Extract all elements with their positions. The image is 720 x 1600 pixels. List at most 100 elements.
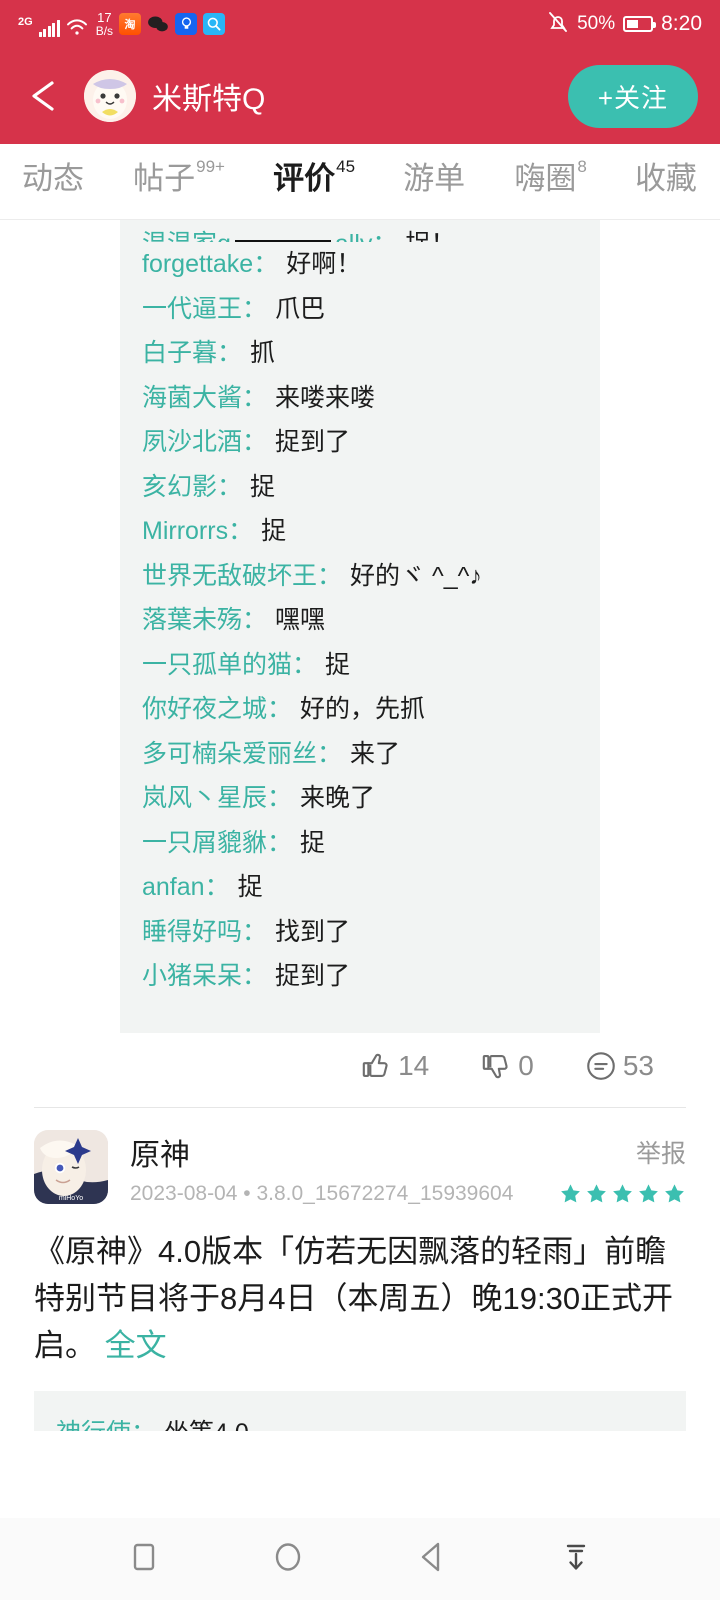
comment-username[interactable]: 多可楠朵爱丽丝 xyxy=(142,732,317,777)
review-subtitle-row: 2023-08-04 • 3.8.0_15672274_15939604 xyxy=(130,1182,686,1206)
comment-username[interactable]: 小猪呆呆 xyxy=(142,954,242,999)
comment-username: 温温家q xyxy=(142,222,231,242)
comment-text: 捉 xyxy=(237,873,263,901)
comment-colon: ： xyxy=(242,606,268,634)
follow-button[interactable]: +关注 xyxy=(567,64,698,128)
battery-percent-label: 50% xyxy=(577,13,616,34)
star-icon xyxy=(561,1184,580,1203)
comment-colon: ： xyxy=(253,250,279,278)
comment-row: 你好夜之城：好的，先抓 xyxy=(120,687,600,732)
comment-username[interactable]: 白子暮 xyxy=(142,331,217,376)
star-icon xyxy=(639,1184,658,1203)
comment-username[interactable]: 睡得好吗 xyxy=(142,910,242,955)
network-type-label: 2G xyxy=(18,15,33,28)
comment-row: anfan：捉 xyxy=(120,865,600,910)
comment-text: 来晚了 xyxy=(300,784,376,812)
review-card[interactable]: miHoYo 原神 举报 2023-08-04 • 3.8.0_15672274… xyxy=(0,1108,720,1431)
comment-colon: ： xyxy=(267,784,293,812)
comment-username[interactable]: Mirrorrs xyxy=(142,509,228,554)
comment-colon: ： xyxy=(204,873,230,901)
comment-row: 落葉未殇：嘿嘿 xyxy=(120,598,600,643)
home-circle-icon[interactable] xyxy=(268,1537,308,1582)
content-scroll-area[interactable]: 温温家qally：捉！ forgettake：好啊！一代逼王：爪巴白子暮：抓海菌… xyxy=(0,220,720,1431)
comment-row: 小猪呆呆：捉到了 xyxy=(120,954,600,999)
thumbs-down-icon xyxy=(483,1054,508,1078)
like-button[interactable]: 14 xyxy=(359,1049,429,1083)
comment-text: 抓 xyxy=(250,339,276,367)
avatar[interactable] xyxy=(84,70,136,122)
comment-row: 温温家q ally： 捉！ xyxy=(120,222,600,242)
mute-bell-icon xyxy=(547,10,569,39)
game-icon[interactable]: miHoYo xyxy=(34,1129,108,1204)
tab-label: 帖子 xyxy=(133,161,196,196)
comment-row: 世界无敌破坏王：好的ヾ ^_^♪ xyxy=(120,554,600,599)
comment-username[interactable]: 海菌大酱 xyxy=(142,376,242,421)
comment-username[interactable]: 世界无敌破坏王 xyxy=(142,554,317,599)
comment-username[interactable]: 岚风丶星辰 xyxy=(142,776,267,821)
comment-colon: ： xyxy=(217,472,243,501)
quoted-comment-username: 神行使 xyxy=(56,1419,131,1431)
comment-username[interactable]: 落葉未殇 xyxy=(142,598,242,643)
comment-colon: ： xyxy=(242,962,268,990)
network-speed-unit: B/s xyxy=(95,24,114,39)
comment-username[interactable]: 一代逼王 xyxy=(142,287,242,332)
review-version: 3.8.0_15672274_15939604 xyxy=(256,1181,514,1205)
tab-label: 动态 xyxy=(22,161,84,196)
game-title: 原神 xyxy=(130,1138,190,1172)
quoted-comment-colon: ： xyxy=(131,1419,156,1431)
report-button[interactable]: 举报 xyxy=(636,1134,686,1170)
tab-haiquan[interactable]: 嗨圈 8 xyxy=(514,158,586,196)
comment-username[interactable]: 你好夜之城 xyxy=(142,687,267,732)
comment-text: 嘿嘿 xyxy=(275,606,326,634)
tab-shoucang[interactable]: 收藏 xyxy=(635,163,698,194)
back-triangle-icon[interactable] xyxy=(412,1537,452,1582)
profile-header: 米斯特Q +关注 xyxy=(0,48,720,144)
signal-bars-icon xyxy=(38,19,60,37)
comment-row: 睡得好吗：找到了 xyxy=(120,910,600,955)
comment-username[interactable]: 亥幻影 xyxy=(142,465,217,510)
status-bar-left: 2G 17 B/s 淘 xyxy=(18,11,226,37)
status-bar-right: 50% 8:20 xyxy=(547,10,702,39)
star-icon xyxy=(665,1184,684,1203)
review-title-row: 原神 举报 xyxy=(130,1130,686,1174)
comment-username[interactable]: 一只屑貔貅 xyxy=(142,821,267,866)
tab-badge: 8 xyxy=(577,157,587,176)
tab-bar: 动态 帖子 99+ 评价 45 游单 嗨圈 8 收藏 xyxy=(0,144,720,220)
tab-badge: 45 xyxy=(336,157,356,176)
comment-text: 好的ヾ ^_^♪ xyxy=(350,561,482,590)
like-count: 14 xyxy=(398,1049,430,1081)
comment-username[interactable]: 夙沙北酒 xyxy=(142,420,242,465)
comment-colon: ： xyxy=(242,428,268,456)
comment-text: 捉 xyxy=(325,650,351,679)
post-action-row: 14 0 53 xyxy=(0,1033,720,1101)
dislike-count: 0 xyxy=(518,1049,534,1081)
comment-count: 53 xyxy=(622,1049,654,1081)
comment-button[interactable]: 53 xyxy=(584,1049,654,1083)
comment-colon: ： xyxy=(228,517,254,545)
comment-list-card[interactable]: 温温家qally：捉！ forgettake：好啊！一代逼王：爪巴白子暮：抓海菌… xyxy=(120,220,600,1033)
comment-text: 来喽来喽 xyxy=(275,383,376,412)
comment-username[interactable]: 一只孤单的猫 xyxy=(142,643,292,688)
back-arrow-icon[interactable] xyxy=(22,73,68,119)
tab-tiezi[interactable]: 帖子 99+ xyxy=(133,158,225,196)
fulltext-link[interactable]: 全文 xyxy=(105,1328,167,1363)
collapse-down-icon[interactable] xyxy=(556,1537,596,1582)
review-date: 2023-08-04 xyxy=(130,1181,238,1205)
tab-youdan[interactable]: 游单 xyxy=(403,163,466,194)
recents-square-icon[interactable] xyxy=(124,1537,164,1582)
dislike-button[interactable]: 0 xyxy=(479,1049,534,1083)
comment-colon: ： xyxy=(317,739,343,768)
comment-row: 亥幻影：捉 xyxy=(120,465,600,510)
quoted-comment-text: 坐等4.0 xyxy=(164,1419,249,1431)
network-speed: 17 B/s xyxy=(96,11,113,37)
wifi-icon xyxy=(66,18,88,37)
tab-label: 嗨圈 xyxy=(514,161,577,196)
comment-row: 白子暮：抓 xyxy=(120,331,600,376)
comment-username[interactable]: forgettake xyxy=(142,242,253,287)
quoted-comment-card[interactable]: 神行使： 坐等4.0 xyxy=(34,1390,686,1431)
tab-dongtai[interactable]: 动态 xyxy=(22,163,85,194)
tab-pingjia[interactable]: 评价 45 xyxy=(273,158,355,194)
comment-colon: ： xyxy=(267,828,293,857)
comment-row: 岚风丶星辰：来晚了 xyxy=(120,776,600,821)
comment-username[interactable]: anfan xyxy=(142,865,205,910)
